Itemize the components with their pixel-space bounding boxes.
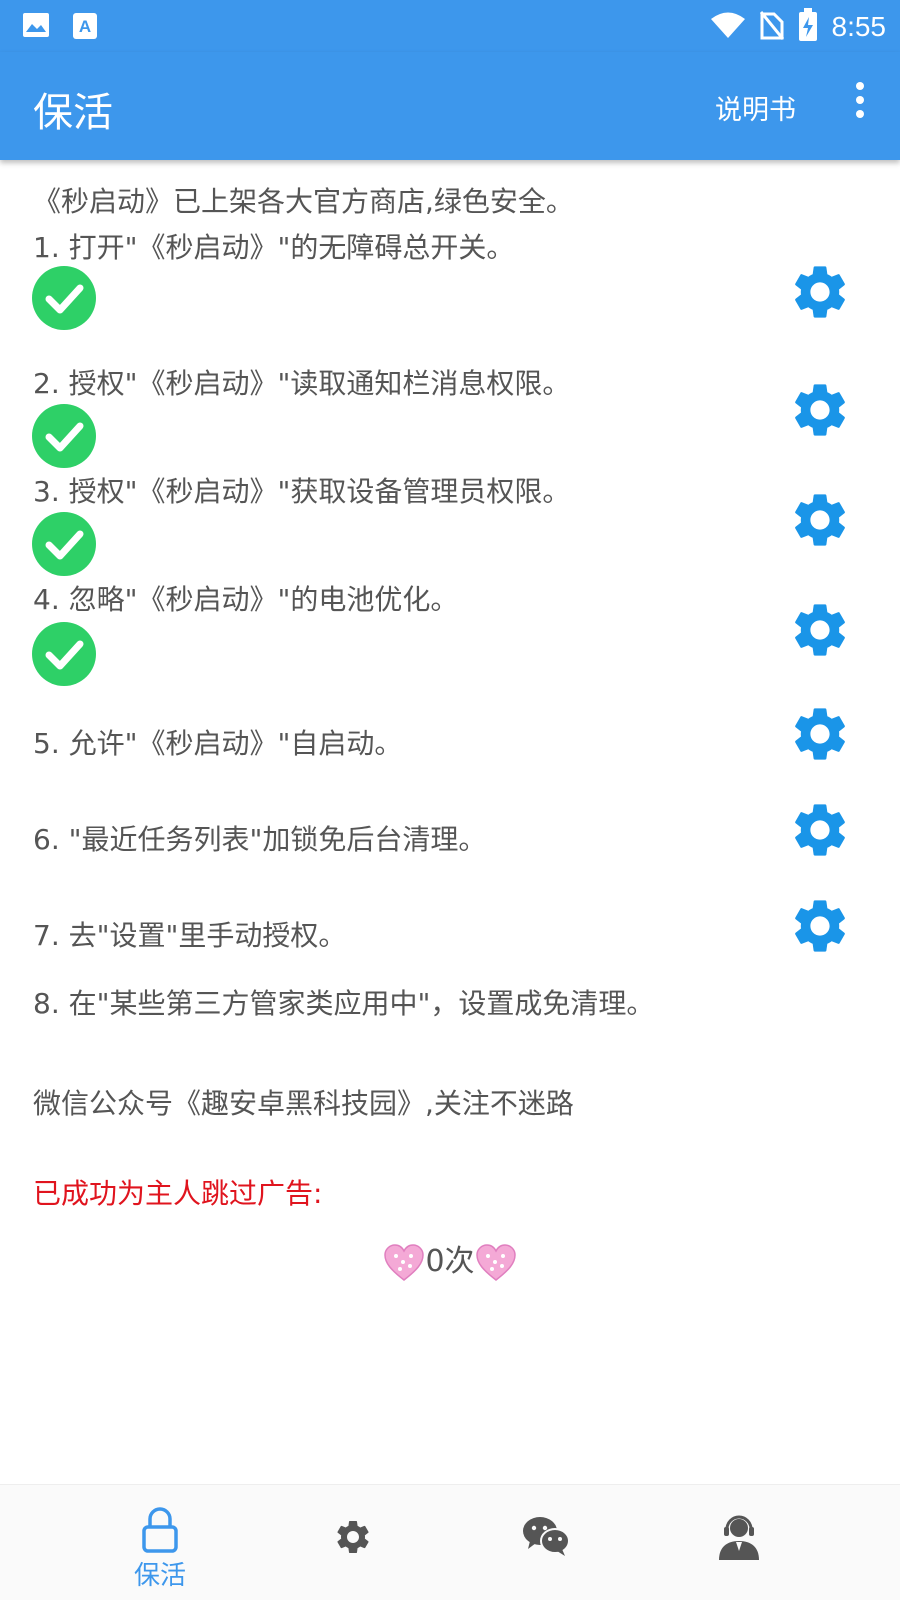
skip-count: 0次: [425, 1244, 475, 1279]
manual-button[interactable]: 说明书: [715, 88, 796, 127]
step-settings-gear-icon[interactable]: [788, 260, 852, 324]
check-icon: [32, 512, 96, 576]
wechat-icon: [523, 1517, 570, 1556]
font-notification-icon: A: [72, 12, 98, 44]
wechat-note: 微信公众号《趣安卓黑科技园》,关注不迷路: [33, 1087, 574, 1120]
step-label: 8. 在"某些第三方管家类应用中"，设置成免清理。: [33, 987, 655, 1020]
step-settings-gear-icon[interactable]: [788, 488, 852, 552]
step-label: 1. 打开"《秒启动》"的无障碍总开关。: [33, 231, 515, 264]
step-label: 4. 忽略"《秒启动》"的电池优化。: [33, 583, 459, 616]
step-settings-gear-icon[interactable]: [788, 798, 852, 862]
nav-item-keepalive[interactable]: 保活: [100, 1485, 220, 1600]
svg-text:A: A: [79, 17, 91, 36]
more-vert-icon[interactable]: [850, 82, 870, 126]
heart-icon: [475, 1243, 517, 1282]
step-label: 6. "最近任务列表"加锁免后台清理。: [33, 823, 487, 856]
step-settings-gear-icon[interactable]: [788, 894, 852, 958]
intro-text: 《秒启动》已上架各大官方商店,绿色安全。: [33, 185, 574, 218]
battery-charging-icon: [798, 8, 818, 46]
lock-icon: [142, 1507, 178, 1553]
nav-item-settings[interactable]: [293, 1485, 413, 1600]
bottom-navigation: 保活: [0, 1484, 900, 1600]
step-label: 2. 授权"《秒启动》"读取通知栏消息权限。: [33, 367, 571, 400]
step-label: 3. 授权"《秒启动》"获取设备管理员权限。: [33, 475, 571, 508]
skip-ads-counter: 0次: [0, 1236, 900, 1282]
wifi-icon: [710, 11, 746, 43]
customer-service-icon: [719, 1515, 759, 1560]
gear-icon: [337, 1521, 369, 1553]
image-notification-icon: [22, 12, 50, 44]
status-bar: A 8:55: [0, 0, 900, 52]
check-icon: [32, 404, 96, 468]
nav-item-customer-service[interactable]: [679, 1485, 799, 1600]
status-time: 8:55: [831, 11, 887, 42]
heart-icon: [383, 1243, 425, 1282]
check-icon: [32, 266, 96, 330]
app-bar: 保活 说明书: [0, 52, 900, 160]
check-icon: [32, 622, 96, 686]
step-settings-gear-icon[interactable]: [788, 378, 852, 442]
step-label: 7. 去"设置"里手动授权。: [33, 919, 347, 952]
nav-item-wechat[interactable]: [486, 1485, 606, 1600]
step-settings-gear-icon[interactable]: [788, 702, 852, 766]
nav-label: 保活: [133, 1561, 186, 1591]
step-settings-gear-icon[interactable]: [788, 598, 852, 662]
page-title: 保活: [33, 90, 113, 136]
skip-ads-label: 已成功为主人跳过广告:: [33, 1177, 323, 1210]
step-label: 5. 允许"《秒启动》"自启动。: [33, 727, 403, 760]
no-sim-icon: [759, 10, 784, 44]
